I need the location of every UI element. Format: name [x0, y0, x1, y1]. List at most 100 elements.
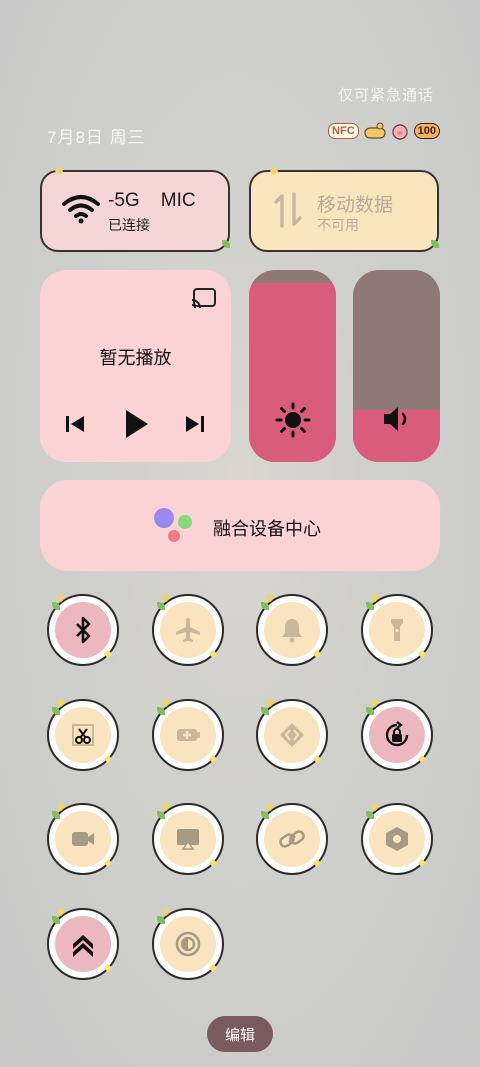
share-icon — [280, 722, 304, 747]
wifi-tile[interactable]: -5G MIC 已连接 — [40, 166, 230, 252]
previous-icon[interactable] — [65, 414, 85, 434]
media-player-tile[interactable]: 暂无播放 — [40, 270, 231, 462]
double-chevron-up-icon — [73, 934, 93, 957]
star-decoration — [208, 649, 217, 659]
volume-slider[interactable] — [353, 270, 440, 462]
battery-icon: 100 — [413, 123, 440, 139]
star-decoration — [370, 802, 379, 812]
toggle-airplane-inner — [159, 602, 216, 658]
star-decoration — [56, 698, 66, 707]
leaf-decoration — [261, 811, 269, 819]
mobile-data-title: 移动数据 — [317, 195, 394, 216]
toggle-rotation-lock[interactable] — [360, 698, 433, 771]
star-decoration — [161, 593, 170, 603]
leaf-decoration — [52, 811, 60, 819]
star-decoration — [312, 754, 322, 763]
mobile-data-tile[interactable]: 移动数据 不可用 — [249, 166, 439, 252]
toggle-link[interactable] — [256, 802, 328, 875]
toggle-screenshot[interactable] — [47, 698, 119, 771]
pig-icon — [392, 124, 408, 140]
star-decoration — [161, 802, 170, 812]
fusion-device-center[interactable]: 融合设备中心 — [40, 480, 440, 571]
star-decoration — [265, 593, 275, 603]
star-decoration — [269, 166, 279, 176]
next-icon[interactable] — [185, 414, 205, 434]
emergency-call-text: 仅可紧急通话 — [337, 87, 434, 104]
play-icon[interactable] — [124, 408, 150, 440]
wifi-status: 已连接 — [108, 217, 150, 233]
leaf-decoration — [52, 915, 60, 924]
star-decoration — [208, 754, 217, 763]
toggle-share-inner — [264, 706, 320, 763]
leaf-decoration — [222, 240, 230, 248]
toggle-bell[interactable] — [256, 593, 328, 666]
toggle-screenshot-inner — [55, 706, 111, 763]
speaker-icon — [384, 407, 407, 431]
toggle-bluetooth-inner — [55, 602, 111, 658]
battery-saver-icon — [176, 728, 200, 741]
star-decoration — [56, 802, 66, 812]
brightness-slider[interactable] — [249, 270, 336, 462]
star-decoration — [370, 593, 379, 603]
bell-icon — [282, 619, 302, 643]
toggle-double-chevron-up-inner — [55, 915, 111, 972]
star-decoration — [54, 166, 64, 176]
toggle-dark-mode[interactable] — [151, 907, 224, 980]
star-decoration — [208, 858, 217, 868]
star-decoration — [312, 858, 322, 868]
wifi-name: -5G MIC — [108, 190, 196, 211]
screen-record-icon — [72, 832, 94, 846]
mobile-data-status: 不可用 — [317, 217, 359, 233]
star-decoration — [370, 698, 379, 707]
star-decoration — [417, 754, 426, 763]
star-decoration — [265, 698, 275, 707]
screen-cast-icon — [176, 829, 199, 850]
toggle-bluetooth[interactable] — [47, 593, 119, 666]
toggle-dark-mode-inner — [159, 915, 216, 972]
star-decoration — [417, 649, 426, 659]
star-decoration — [208, 963, 217, 972]
toggle-screen-cast-inner — [159, 811, 216, 867]
bluetooth-icon — [76, 616, 91, 644]
toggle-flashlight-inner — [368, 602, 425, 658]
star-decoration — [161, 698, 170, 707]
hexagon-settings-icon — [385, 827, 408, 851]
sun-icon — [275, 402, 311, 438]
star-decoration — [417, 858, 426, 868]
toggle-share[interactable] — [256, 698, 328, 771]
leaf-decoration — [261, 706, 269, 715]
rotation-lock-icon — [385, 720, 408, 746]
toggle-screen-record[interactable] — [47, 802, 119, 875]
star-decoration — [103, 963, 113, 972]
devices-icon — [154, 508, 192, 542]
toggle-flashlight[interactable] — [360, 593, 433, 666]
toggle-double-chevron-up[interactable] — [47, 907, 119, 980]
toggle-hexagon-settings[interactable] — [360, 802, 433, 875]
star-decoration — [56, 907, 66, 916]
leaf-decoration — [365, 602, 374, 610]
leaf-decoration — [365, 706, 374, 715]
toggle-bell-inner — [264, 602, 320, 658]
toggle-airplane[interactable] — [151, 593, 224, 666]
star-decoration — [56, 593, 66, 603]
airplane-icon — [175, 618, 200, 642]
edit-button[interactable]: 编辑 — [207, 1016, 273, 1052]
wifi-icon — [62, 195, 100, 224]
toggle-screen-record-inner — [55, 811, 111, 867]
star-decoration — [103, 649, 113, 659]
link-icon — [279, 830, 305, 848]
flashlight-icon — [390, 619, 403, 641]
toggle-rotation-lock-inner — [368, 706, 425, 763]
star-decoration — [161, 907, 170, 916]
toggle-battery-saver[interactable] — [151, 698, 224, 771]
nfc-icon: NFC — [328, 123, 359, 139]
fusion-label: 融合设备中心 — [213, 519, 321, 539]
dark-mode-icon — [175, 931, 200, 956]
leaf-decoration — [156, 915, 165, 924]
leaf-decoration — [52, 706, 60, 715]
cast-icon[interactable] — [191, 288, 217, 308]
screenshot-icon — [72, 723, 94, 746]
toggle-screen-cast[interactable] — [151, 802, 224, 875]
toggle-hexagon-settings-inner — [368, 811, 425, 867]
signal-icon — [364, 122, 386, 139]
